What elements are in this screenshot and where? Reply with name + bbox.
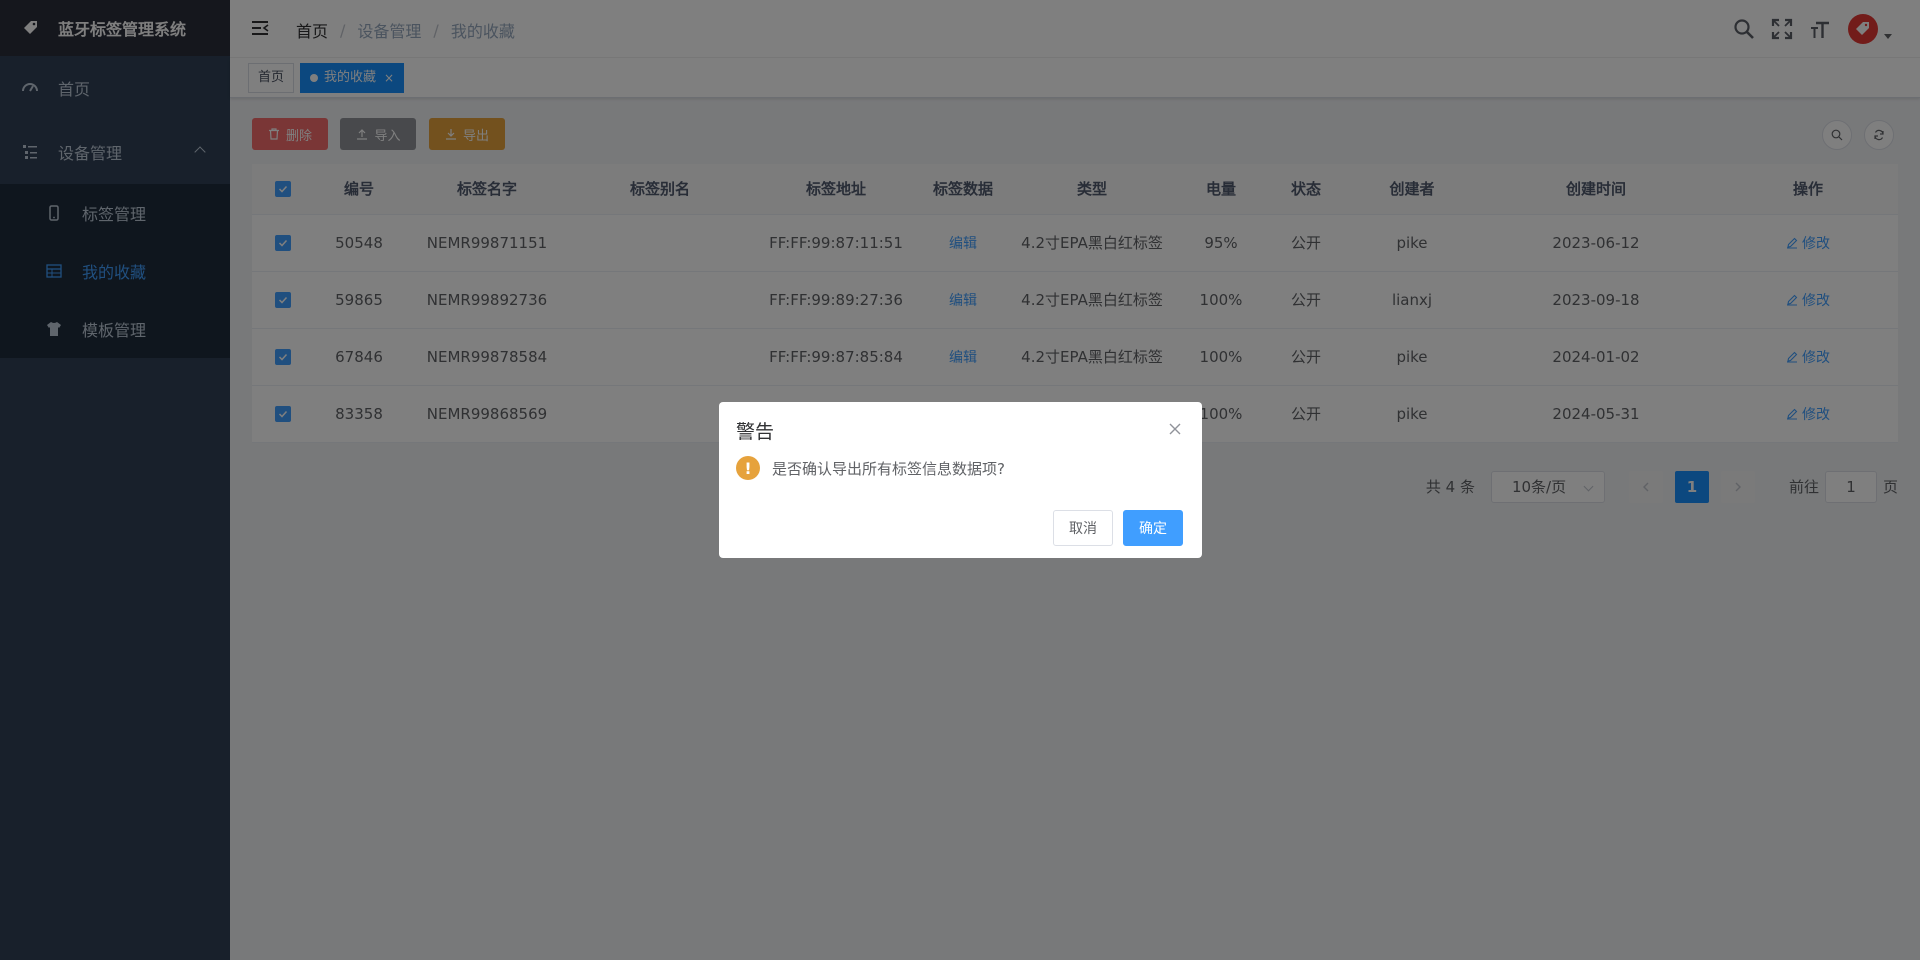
- warning-icon: !: [736, 456, 760, 480]
- cancel-button[interactable]: 取消: [1053, 510, 1113, 546]
- dialog-body: ! 是否确认导出所有标签信息数据项?: [736, 456, 1186, 480]
- dialog-message: 是否确认导出所有标签信息数据项?: [772, 459, 1005, 478]
- dialog-footer: 取消 确定: [1043, 510, 1183, 546]
- close-icon[interactable]: [1168, 422, 1182, 436]
- warning-dialog: 警告 ! 是否确认导出所有标签信息数据项? 取消 确定: [719, 402, 1202, 558]
- dialog-title: 警告: [736, 421, 775, 443]
- confirm-button[interactable]: 确定: [1123, 510, 1183, 546]
